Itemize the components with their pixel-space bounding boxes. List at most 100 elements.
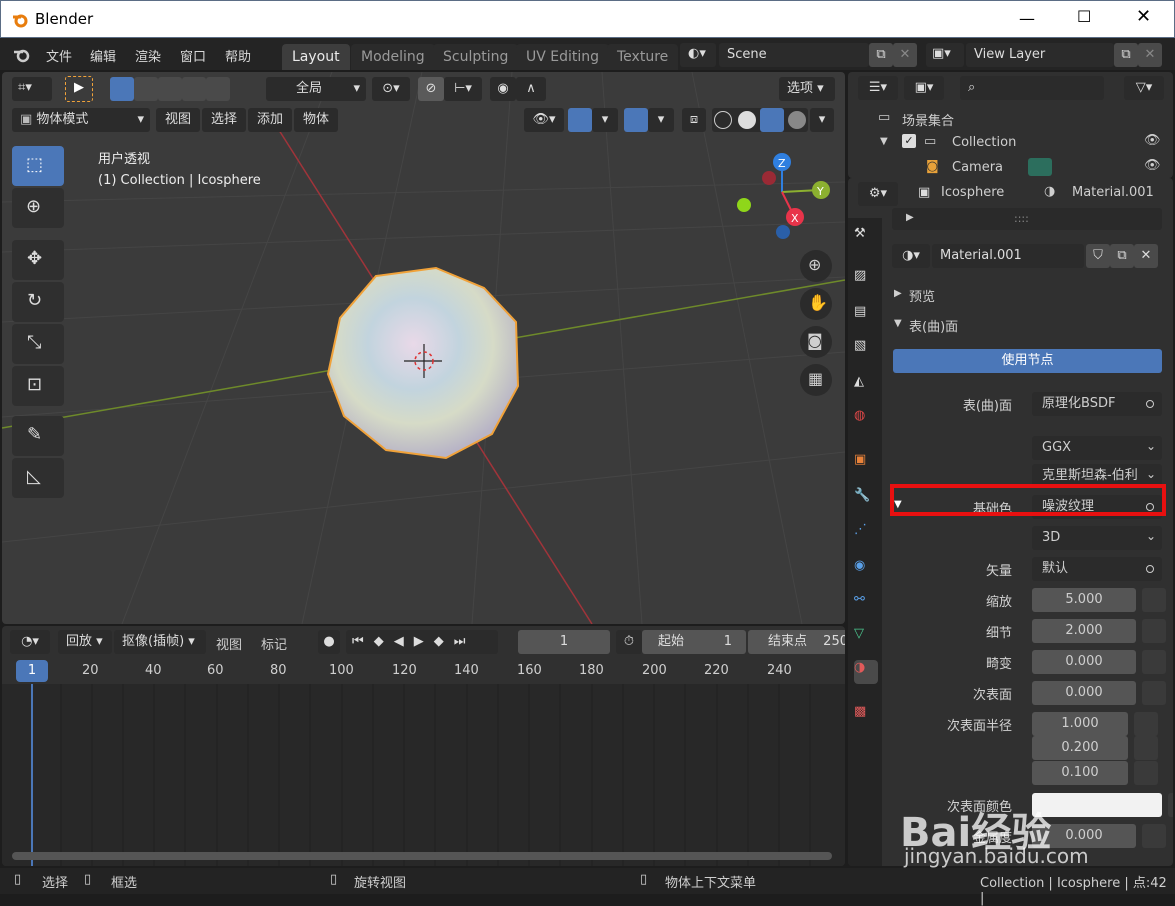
- select-extend-icon[interactable]: [134, 77, 158, 101]
- collection-checkbox[interactable]: ✓: [902, 134, 916, 148]
- solid-shading-icon[interactable]: [738, 111, 756, 129]
- end-frame-field[interactable]: 结束点 250: [748, 630, 845, 654]
- render-tab-icon[interactable]: ▨: [854, 268, 878, 292]
- rendered-shading-icon[interactable]: [788, 111, 806, 129]
- 3d-viewport[interactable]: ⌗▾ ▶ 全局 ▾ ⊙▾ ⊘ ⊢▾ ◉ ∧ 选项 ▾ ▣ 物体模式 ▾ 视图 选择 …: [2, 72, 845, 624]
- view-layer-copy-icon[interactable]: ⧉: [1114, 43, 1138, 67]
- minimize-button[interactable]: —: [1019, 9, 1035, 28]
- select-intersect-icon[interactable]: [206, 77, 230, 101]
- properties-editor[interactable]: ⚙▾ ▣ Icosphere ◑ Material.001 ⚒ ▨ ▤ ▧ ◭ …: [848, 178, 1173, 866]
- overlay-toggle-icon[interactable]: [624, 108, 648, 132]
- menu-file[interactable]: 文件: [46, 46, 72, 65]
- property-number-field[interactable]: 0.000: [1032, 650, 1136, 674]
- frame-ruler[interactable]: 1 20 40 60 80 100 120 140 160 180 200 22…: [2, 658, 845, 684]
- measure-tool[interactable]: ◺: [12, 458, 64, 498]
- overlay-dropdown-icon[interactable]: ▾: [648, 108, 674, 132]
- object-mode-select[interactable]: ▣ 物体模式 ▾: [12, 108, 150, 132]
- use-nodes-button[interactable]: 使用节点: [893, 349, 1162, 373]
- transform-tool[interactable]: ⊡: [12, 366, 64, 406]
- particles-tab-icon[interactable]: ⋰: [854, 522, 878, 546]
- viewport-menu-view[interactable]: 视图: [156, 108, 200, 132]
- falloff-icon[interactable]: ∧: [516, 77, 546, 101]
- wireframe-shading-icon[interactable]: [714, 111, 732, 129]
- view-layer-icon[interactable]: ▣▾: [926, 43, 964, 67]
- chevron-down-icon[interactable]: ⌄: [1146, 529, 1156, 543]
- modifier-tab-icon[interactable]: 🔧: [854, 488, 878, 512]
- outliner-type-icon[interactable]: ☰▾: [858, 76, 898, 100]
- scene-selector-icon[interactable]: ◐▾: [680, 43, 716, 67]
- timeline-menu-view[interactable]: 视图: [216, 634, 242, 653]
- cursor-tool[interactable]: ⊕: [12, 188, 64, 228]
- outliner-item-collection[interactable]: Collection: [952, 135, 1016, 150]
- scale-tool[interactable]: ⤡: [12, 324, 64, 364]
- viewport-menu-select[interactable]: 选择: [202, 108, 246, 132]
- close-button[interactable]: ✕: [1136, 6, 1151, 27]
- outliner-search-input[interactable]: ⌕: [960, 76, 1104, 100]
- property-number-field[interactable]: 0.000: [1032, 681, 1136, 705]
- menu-render[interactable]: 渲染: [135, 46, 161, 65]
- snap-target-icon[interactable]: ⊢▾: [444, 77, 482, 101]
- material-slot-list[interactable]: ▶ ::::: [892, 208, 1162, 230]
- viewport-options-button[interactable]: 选项 ▾: [779, 77, 835, 101]
- link-socket-button[interactable]: [1142, 619, 1166, 643]
- zoom-icon[interactable]: ⊕: [800, 250, 832, 282]
- link-socket-button[interactable]: [1134, 761, 1158, 785]
- menu-window[interactable]: 窗口: [180, 46, 206, 65]
- unlink-material-icon[interactable]: ✕: [1134, 244, 1158, 268]
- output-tab-icon[interactable]: ▤: [854, 304, 878, 328]
- outliner-item-camera[interactable]: Camera: [952, 160, 1003, 175]
- timeline-editor[interactable]: ◔▾ 回放 ▾ 抠像(插帧) ▾ 视图 标记 ● ⏮◆◀▶◆⏭ 1 ⏱ 起始 1 …: [2, 626, 845, 866]
- proportional-edit-icon[interactable]: ◉: [490, 77, 516, 101]
- property-link-field[interactable]: 默认: [1032, 557, 1162, 581]
- material-name-field[interactable]: Material.001: [932, 244, 1084, 268]
- view-layer-close-icon[interactable]: ✕: [1138, 43, 1162, 67]
- record-icon[interactable]: ●: [318, 630, 340, 654]
- menu-help[interactable]: 帮助: [225, 46, 251, 65]
- chevron-down-icon[interactable]: ⌄: [1146, 467, 1156, 481]
- material-tab-icon[interactable]: ◑: [854, 660, 878, 684]
- tab-texture[interactable]: Texture: [607, 44, 679, 70]
- timeline-body[interactable]: [2, 684, 845, 866]
- tab-modeling[interactable]: Modeling: [351, 44, 435, 70]
- surface-panel-header[interactable]: 表(曲)面: [909, 316, 958, 335]
- playback-controls[interactable]: ⏮◆◀▶◆⏭: [346, 630, 498, 654]
- property-select[interactable]: GGX: [1032, 436, 1162, 460]
- link-socket-button[interactable]: [1134, 736, 1158, 760]
- property-number-field[interactable]: 0.100: [1032, 761, 1128, 785]
- property-number-field[interactable]: 0.200: [1032, 736, 1128, 760]
- current-frame-field[interactable]: 1: [518, 630, 610, 654]
- new-material-icon[interactable]: ⧉: [1110, 244, 1134, 268]
- link-socket-button[interactable]: [1168, 793, 1173, 817]
- blender-menu-icon[interactable]: [12, 46, 32, 64]
- gizmo-dropdown-icon[interactable]: ▾: [592, 108, 618, 132]
- tweak-mode-icon[interactable]: ▶: [65, 76, 93, 102]
- scene-name-field[interactable]: Scene: [719, 43, 869, 67]
- pan-hand-icon[interactable]: ✋: [800, 288, 832, 320]
- outliner-editor[interactable]: ☰▾ ▣▾ ⌕ ▽▾ ▭ 场景集合 ▼ ✓ ▭ Collection 👁 ◙ C…: [848, 72, 1173, 178]
- preview-panel-header[interactable]: 预览: [909, 286, 935, 305]
- viewport-menu-add[interactable]: 添加: [248, 108, 292, 132]
- tab-uv-editing[interactable]: UV Editing: [516, 44, 610, 70]
- gizmo-toggle-icon[interactable]: [568, 108, 592, 132]
- socket-link-icon[interactable]: [1146, 565, 1154, 573]
- annotate-tool[interactable]: ✎: [12, 416, 64, 456]
- expand-icon[interactable]: ▶: [906, 212, 914, 223]
- pivot-point-icon[interactable]: ⊙▾: [372, 77, 410, 101]
- tab-layout[interactable]: Layout: [282, 44, 350, 70]
- select-new-icon[interactable]: [110, 77, 134, 101]
- chevron-down-icon[interactable]: ⌄: [1146, 439, 1156, 453]
- object-tab-icon[interactable]: ▣: [854, 452, 878, 476]
- texture-tab-icon[interactable]: ▩: [854, 704, 878, 728]
- data-tab-icon[interactable]: ▽: [854, 626, 878, 650]
- timeline-menu-marker[interactable]: 标记: [261, 634, 287, 653]
- menu-edit[interactable]: 编辑: [90, 46, 116, 65]
- viewport-menu-object[interactable]: 物体: [294, 108, 338, 132]
- properties-type-icon[interactable]: ⚙▾: [858, 182, 898, 206]
- link-socket-button[interactable]: [1134, 712, 1158, 736]
- navigation-gizmo[interactable]: Z Y X: [732, 150, 842, 246]
- editor-type-icon[interactable]: ⌗▾: [12, 77, 52, 101]
- visibility-icon[interactable]: 👁▾: [524, 108, 564, 132]
- property-select[interactable]: 3D: [1032, 526, 1162, 550]
- scene-close-icon[interactable]: ✕: [893, 43, 917, 67]
- camera-view-icon[interactable]: ◙: [800, 326, 832, 358]
